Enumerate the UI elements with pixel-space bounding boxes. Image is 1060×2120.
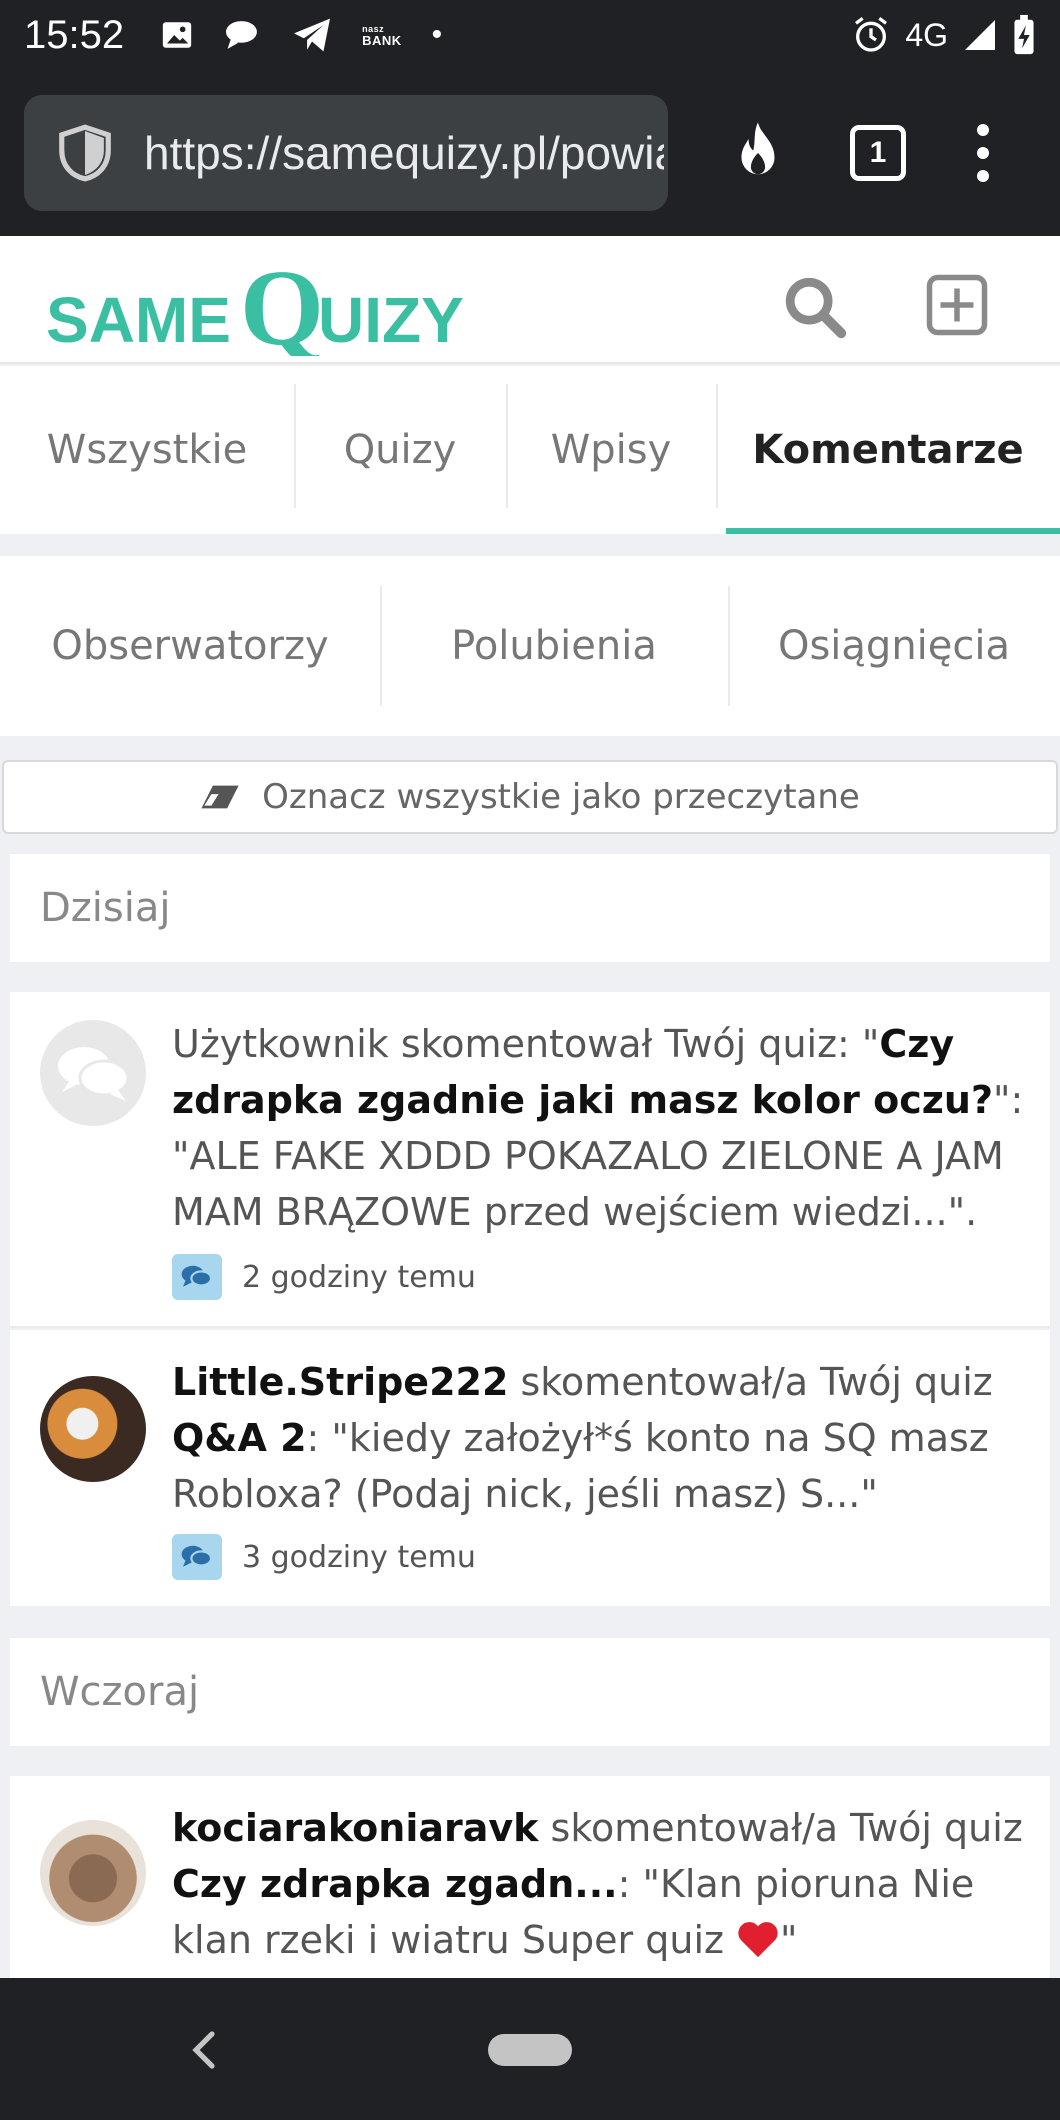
- more-notifications-dot: •: [431, 18, 443, 51]
- actor-name[interactable]: Little.Stripe222: [172, 1360, 508, 1404]
- address-bar[interactable]: https://samequizy.pl/powiadomienia: [24, 95, 668, 211]
- notification-text: Little.Stripe222 skomentował/a Twój quiz…: [172, 1360, 993, 1516]
- avatar: [40, 1020, 146, 1126]
- notification-tabs: Wszystkie Quizy Wpisy Komentarze: [0, 366, 1060, 534]
- signal-icon: [965, 20, 995, 50]
- back-icon[interactable]: [190, 2028, 218, 2072]
- logo-uizy: UIZY: [318, 284, 464, 356]
- heart-icon: [738, 1922, 778, 1958]
- tab-quizzes[interactable]: Quizy: [294, 366, 506, 534]
- battery-charging-icon: [1014, 14, 1034, 55]
- notification-meta: 3 godziny temu: [172, 1534, 476, 1580]
- menu-dot: [977, 147, 989, 159]
- flame-icon: [741, 122, 775, 175]
- notification-item[interactable]: Użytkownik skomentował Twój quiz: "Czy z…: [10, 992, 1050, 1328]
- menu-dot: [977, 124, 989, 136]
- notification-time: 3 godziny temu: [242, 1539, 476, 1575]
- logo-q: Q: [240, 249, 324, 356]
- tab-posts[interactable]: Wpisy: [506, 366, 716, 534]
- tab-achievements[interactable]: Osiągnięcia: [728, 556, 1060, 736]
- gallery-icon: [162, 22, 192, 48]
- section-today: Dzisiaj: [10, 854, 1050, 962]
- actor-name: Użytkownik: [172, 1022, 389, 1066]
- comment-icon: [172, 1254, 222, 1300]
- tab-followers[interactable]: Obserwatorzy: [0, 556, 380, 736]
- notification-icons: nasz BANK •: [160, 17, 442, 53]
- notification-subtabs: Obserwatorzy Polubienia Osiągnięcia: [0, 556, 1060, 736]
- comment-icon: [172, 1534, 222, 1580]
- system-navigation-bar: [0, 1978, 1060, 2120]
- actor-name[interactable]: kociarakoniaravk: [172, 1806, 538, 1850]
- notification-text: Użytkownik skomentował Twój quiz: "Czy z…: [172, 1022, 1024, 1234]
- alarm-icon: [855, 17, 888, 52]
- menu-dot: [977, 170, 989, 182]
- logo-same: SAME: [46, 284, 231, 356]
- samequizy-logo[interactable]: SAME Q UIZY: [46, 244, 526, 356]
- system-icons: 4G: [851, 14, 1036, 56]
- avatar: [40, 1820, 146, 1926]
- url-text[interactable]: https://samequizy.pl/powiadomienia: [144, 126, 664, 180]
- browser-menu-button[interactable]: [958, 124, 1008, 182]
- anonymous-comment-icon: [58, 1047, 130, 1101]
- status-time: 15:52: [24, 12, 125, 57]
- tab-switcher-button[interactable]: 1: [838, 125, 918, 181]
- quiz-link[interactable]: Q&A 2: [172, 1416, 307, 1460]
- fire-button[interactable]: [718, 120, 798, 186]
- tab-likes[interactable]: Polubienia: [380, 556, 728, 736]
- shield-icon[interactable]: [54, 122, 116, 184]
- notification-item[interactable]: Little.Stripe222 skomentował/a Twój quiz…: [10, 1330, 1050, 1606]
- notification-item[interactable]: kociarakoniaravk skomentował/a Twój quiz…: [10, 1776, 1050, 1978]
- notification-meta: 2 godziny temu: [172, 1254, 476, 1300]
- home-pill[interactable]: [488, 2034, 572, 2066]
- section-yesterday: Wczoraj: [10, 1638, 1050, 1746]
- telegram-icon: [294, 18, 331, 52]
- browser-toolbar: https://samequizy.pl/powiadomienia 1: [0, 70, 1060, 236]
- mark-all-read-label: Oznacz wszystkie jako przeczytane: [262, 777, 860, 817]
- status-bar: 15:52 nasz BANK • 4G: [0, 0, 1060, 70]
- quiz-link[interactable]: Czy zdrapka zgadn...: [172, 1862, 618, 1906]
- chat-bubbles-icon: [226, 21, 258, 49]
- bank-icon: nasz BANK: [362, 24, 402, 48]
- add-quiz-icon[interactable]: [924, 272, 990, 338]
- mark-all-read-button[interactable]: Oznacz wszystkie jako przeczytane: [2, 760, 1058, 834]
- site-header: SAME Q UIZY: [0, 236, 1060, 364]
- tab-comments[interactable]: Komentarze: [716, 366, 1060, 534]
- eraser-icon: [201, 785, 239, 809]
- notification-time: 2 godziny temu: [242, 1259, 476, 1295]
- search-icon[interactable]: [780, 272, 850, 342]
- notification-text: kociarakoniaravk skomentował/a Twój quiz…: [172, 1806, 1023, 1962]
- tab-count: 1: [850, 125, 906, 181]
- network-type: 4G: [905, 16, 948, 53]
- avatar: [40, 1376, 146, 1482]
- tab-all[interactable]: Wszystkie: [0, 366, 294, 534]
